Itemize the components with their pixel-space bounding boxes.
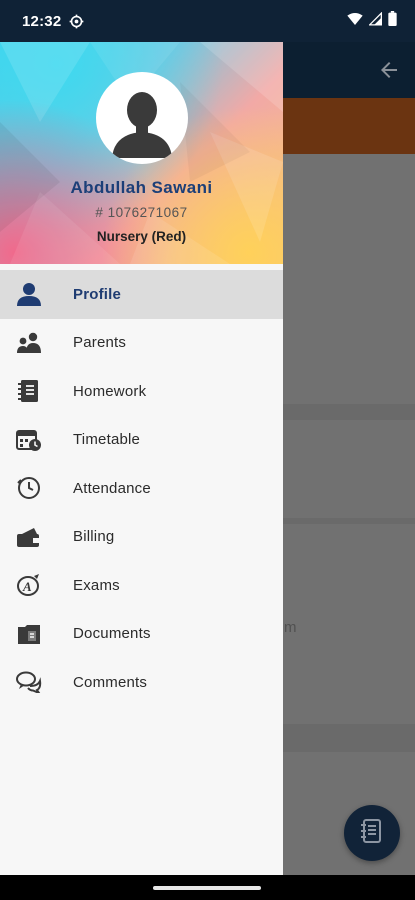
home-gesture-handle[interactable]: [153, 886, 261, 890]
comments-icon: [16, 669, 42, 695]
settings-gear-icon: [69, 14, 84, 29]
background-card: [270, 154, 415, 404]
menu-item-label: Profile: [73, 285, 122, 303]
navigation-drawer: Abdullah Sawani # 1076271067 Nursery (Re…: [0, 42, 283, 875]
svg-text:A: A: [22, 579, 32, 594]
system-navigation-bar: [0, 875, 415, 900]
wallet-icon: [16, 524, 42, 550]
avatar[interactable]: [96, 72, 188, 164]
clock-icon: [16, 475, 42, 501]
menu-item-label: Homework: [73, 382, 147, 400]
phone-screen: 12:32 m Abdullah Sawani # 1076271067 Nur…: [0, 0, 415, 900]
people-icon: [16, 330, 42, 356]
menu-item-homework[interactable]: Homework: [0, 367, 283, 416]
wifi-icon: [347, 12, 363, 31]
notebook-icon: [361, 818, 383, 848]
menu-item-billing[interactable]: Billing: [0, 513, 283, 562]
menu-item-label: Timetable: [73, 431, 141, 449]
user-name: Abdullah Sawani: [70, 178, 213, 197]
menu-item-label: Comments: [73, 673, 148, 691]
document-icon: [16, 621, 42, 647]
user-class: Nursery (Red): [96, 229, 187, 244]
battery-icon: [388, 11, 397, 31]
status-bar: 12:32: [0, 0, 415, 42]
status-time: 12:32: [22, 12, 62, 30]
drawer-menu: Profile Parents Homework Timetable Atten…: [0, 270, 283, 707]
background-card: [270, 420, 415, 518]
floating-action-button[interactable]: [344, 805, 400, 861]
background-card: [270, 752, 415, 875]
arrow-back-icon[interactable]: [377, 58, 401, 87]
background-partial-text: m: [284, 619, 297, 636]
menu-item-timetable[interactable]: Timetable: [0, 416, 283, 465]
menu-item-label: Attendance: [73, 479, 151, 497]
menu-item-exams[interactable]: A Exams: [0, 561, 283, 610]
user-silhouette-icon: [112, 92, 172, 158]
status-icons: [347, 11, 397, 31]
menu-item-label: Billing: [73, 528, 115, 546]
menu-item-parents[interactable]: Parents: [0, 319, 283, 368]
signal-icon: [368, 11, 382, 31]
notebook-icon: [16, 378, 42, 404]
drawer-header: Abdullah Sawani # 1076271067 Nursery (Re…: [0, 42, 283, 264]
user-id: # 1076271067: [95, 205, 188, 220]
menu-item-label: Exams: [73, 576, 120, 594]
menu-item-documents[interactable]: Documents: [0, 610, 283, 659]
person-icon: [16, 281, 42, 307]
exam-icon: A: [16, 572, 42, 598]
menu-item-attendance[interactable]: Attendance: [0, 464, 283, 513]
menu-item-label: Parents: [73, 334, 127, 352]
calendar-icon: [16, 427, 42, 453]
menu-item-profile[interactable]: Profile: [0, 270, 283, 319]
menu-item-label: Documents: [73, 625, 151, 643]
menu-item-comments[interactable]: Comments: [0, 658, 283, 707]
